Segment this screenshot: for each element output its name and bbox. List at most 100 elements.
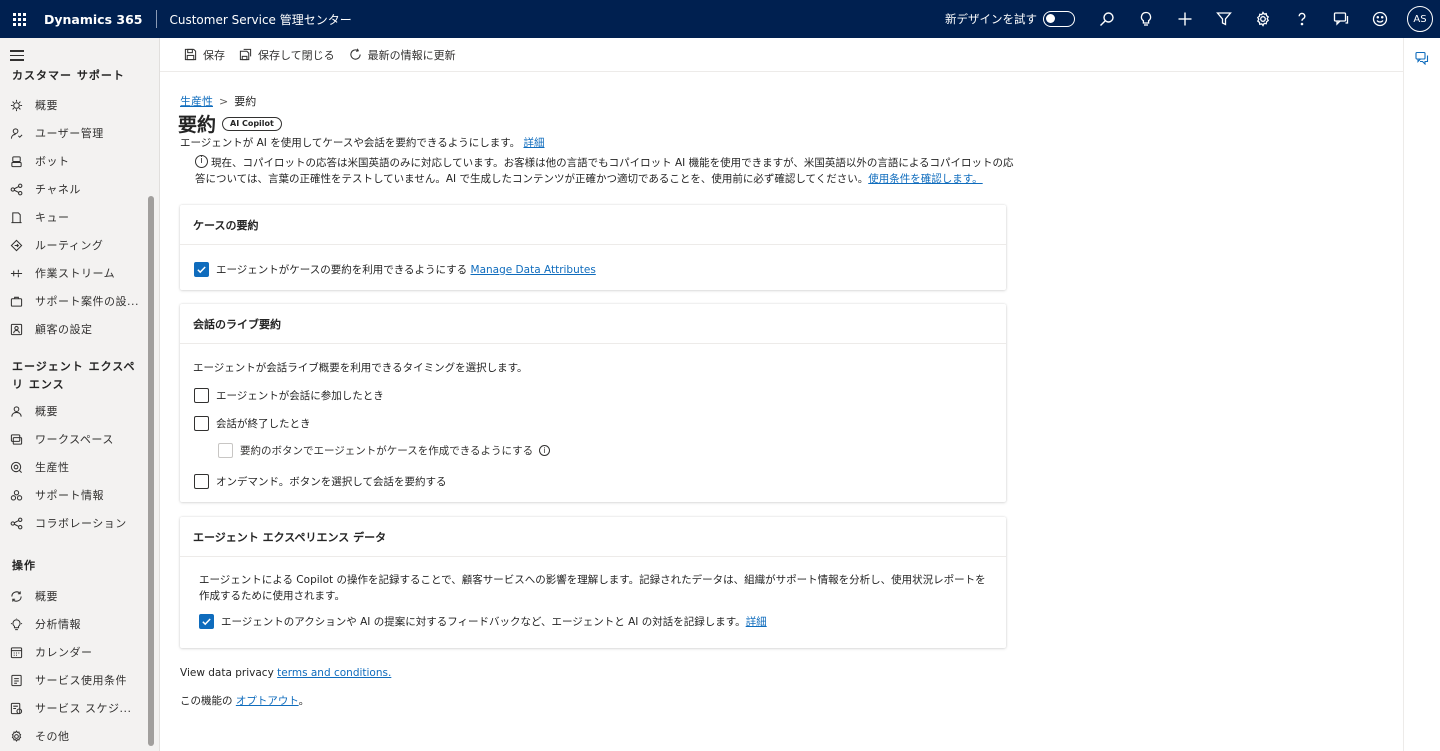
sidebar-scrollbar[interactable] [148,196,154,746]
sidebar-item-label: ユーザー管理 [35,127,104,140]
user-icon [10,127,23,139]
question-icon [1298,12,1305,26]
new-design-toggle[interactable] [1043,11,1075,27]
privacy-prefix: View data privacy [180,667,278,679]
bot-icon [11,155,22,167]
routing-icon [10,239,23,251]
conversation-icon[interactable] [1415,51,1429,65]
optout-link[interactable]: オプトアウト [236,695,299,707]
workspace-icon [10,433,23,445]
manage-data-attributes-link[interactable]: Manage Data Attributes [471,264,596,276]
sidebar-item-label: カレンダー [35,646,93,659]
breadcrumb-separator: > [219,95,229,108]
sidebar-item-label: 概要 [35,590,58,603]
divider [156,10,158,28]
refresh-button[interactable]: 最新の情報に更新 [349,47,456,63]
gear-icon [1256,11,1269,27]
option-label: 会話が終了したとき [216,418,311,430]
app-name[interactable]: Customer Service 管理センター [169,11,351,28]
save-label: 保存 [203,48,225,62]
search-button[interactable] [1087,0,1126,38]
sidebar-item-workspaces[interactable]: ワークスペース [10,429,140,449]
sidebar-item-user-management[interactable]: ユーザー管理 [10,123,140,143]
privacy-footer: View data privacy terms and conditions. [180,667,391,679]
sidebar-item-channels[interactable]: チャネル [10,179,140,199]
search-icon [1099,12,1114,26]
sidebar-item-workstreams[interactable]: 作業ストリーム [10,263,140,283]
create-case-checkbox[interactable] [218,443,233,458]
language-notice: 現在、コパイロットの応答は米国英語のみに対応しています。お客様は他の言語でもコパ… [195,155,1015,187]
smiley-icon [1372,11,1387,27]
agent-data-label: エージェントのアクションや AI の提案に対するフィードバックなど、エージェント… [221,616,746,628]
sidebar-item-collaboration[interactable]: コラボレーション [10,513,140,533]
gear-icon [11,729,22,742]
calendar-icon [10,646,23,658]
live-summary-option: 会話が終了したとき [194,416,311,431]
page-subtitle: エージェントが AI を使用してケースや会話を要約できるようにします。 詳細 [180,135,545,150]
user-avatar[interactable]: AS [1407,6,1433,32]
contact-card-icon [10,323,23,335]
briefcase-icon [10,296,23,307]
top-bar-actions: 新デザインを試す AS [945,0,1440,38]
agent-data-learn-more-link[interactable]: 詳細 [746,614,767,629]
info-icon[interactable]: i [539,445,551,456]
sidebar-item-more[interactable]: その他 [10,726,140,746]
sidebar-item-routing[interactable]: ルーティング [10,235,140,255]
sidebar-item-knowledge[interactable]: サポート情報 [10,485,140,505]
lightbulb-button[interactable] [1126,0,1165,38]
hamburger-menu-icon[interactable] [10,50,24,64]
chat-button[interactable] [1321,0,1360,38]
sidebar-item-label: サービス スケジ... [35,702,132,715]
privacy-terms-link[interactable]: terms and conditions. [277,667,391,679]
help-button[interactable] [1282,0,1321,38]
option-label: 要約のボタンでエージェントがケースを作成できるようにする [240,445,534,457]
top-bar: Dynamics 365 Customer Service 管理センター 新デザ… [0,0,1440,38]
sidebar-item-case-settings[interactable]: サポート案件の設... [10,291,140,311]
sidebar-item-label: ワークスペース [35,433,114,446]
agent-joins-checkbox[interactable] [194,388,209,403]
save-close-label: 保存して閉じる [258,48,335,62]
on-demand-checkbox[interactable] [194,474,209,489]
app-launcher-button[interactable] [0,0,38,38]
case-summary-checkbox[interactable] [194,262,209,277]
sidebar-item-customer-settings[interactable]: 顧客の設定 [10,319,140,339]
sidebar-item-queues[interactable]: キュー [10,207,140,227]
filter-button[interactable] [1204,0,1243,38]
feedback-button[interactable] [1360,0,1399,38]
checkmark-icon [197,266,206,274]
live-summary-option: オンデマンド。ボタンを選択して会話を要約する [194,474,446,489]
filter-icon [1215,12,1232,26]
live-summary-option: エージェントが会話に参加したとき [194,388,384,403]
save-button[interactable]: 保存 [184,47,225,63]
breadcrumb-current: 要約 [234,95,257,108]
record-interactions-checkbox[interactable] [199,614,214,629]
sidebar-item-overview[interactable]: 概要 [10,95,140,115]
lightbulb-icon [10,617,23,630]
plus-icon [1178,12,1191,26]
add-button[interactable] [1165,0,1204,38]
workstream-icon [10,269,23,277]
overview-icon [10,99,23,111]
terms-link[interactable]: 使用条件を確認します。 [868,173,982,185]
sidebar-item-agent-overview[interactable]: 概要 [10,401,140,421]
sidebar-item-service-schedule[interactable]: サービス スケジ... [10,698,140,718]
sidebar-item-bots[interactable]: ボット [10,151,140,171]
conversation-ends-checkbox[interactable] [194,416,209,431]
breadcrumb-link-productivity[interactable]: 生産性 [180,95,213,108]
sidebar-item-label: その他 [35,730,70,743]
brand-title[interactable]: Dynamics 365 [44,12,142,27]
checkmark-icon [202,618,211,626]
case-summary-card: ケースの要約 エージェントがケースの要約を利用できるようにする Manage D… [180,205,1006,290]
agent-experience-data-card: エージェント エクスペリエンス データ エージェントによる Copilot の操… [180,517,1006,648]
chat-icon [1333,12,1348,26]
sidebar-item-ops-overview[interactable]: 概要 [10,586,140,606]
save-and-close-button[interactable]: 保存して閉じる [239,47,335,63]
sidebar-item-calendar[interactable]: カレンダー [10,642,140,662]
sidebar-item-productivity[interactable]: 生産性 [10,457,140,477]
save-close-icon [239,48,252,61]
sidebar-item-insights[interactable]: 分析情報 [10,614,140,634]
sidebar-item-label: サービス使用条件 [35,674,127,687]
settings-button[interactable] [1243,0,1282,38]
sidebar-item-service-terms[interactable]: サービス使用条件 [10,670,140,690]
learn-more-link[interactable]: 詳細 [524,137,545,149]
